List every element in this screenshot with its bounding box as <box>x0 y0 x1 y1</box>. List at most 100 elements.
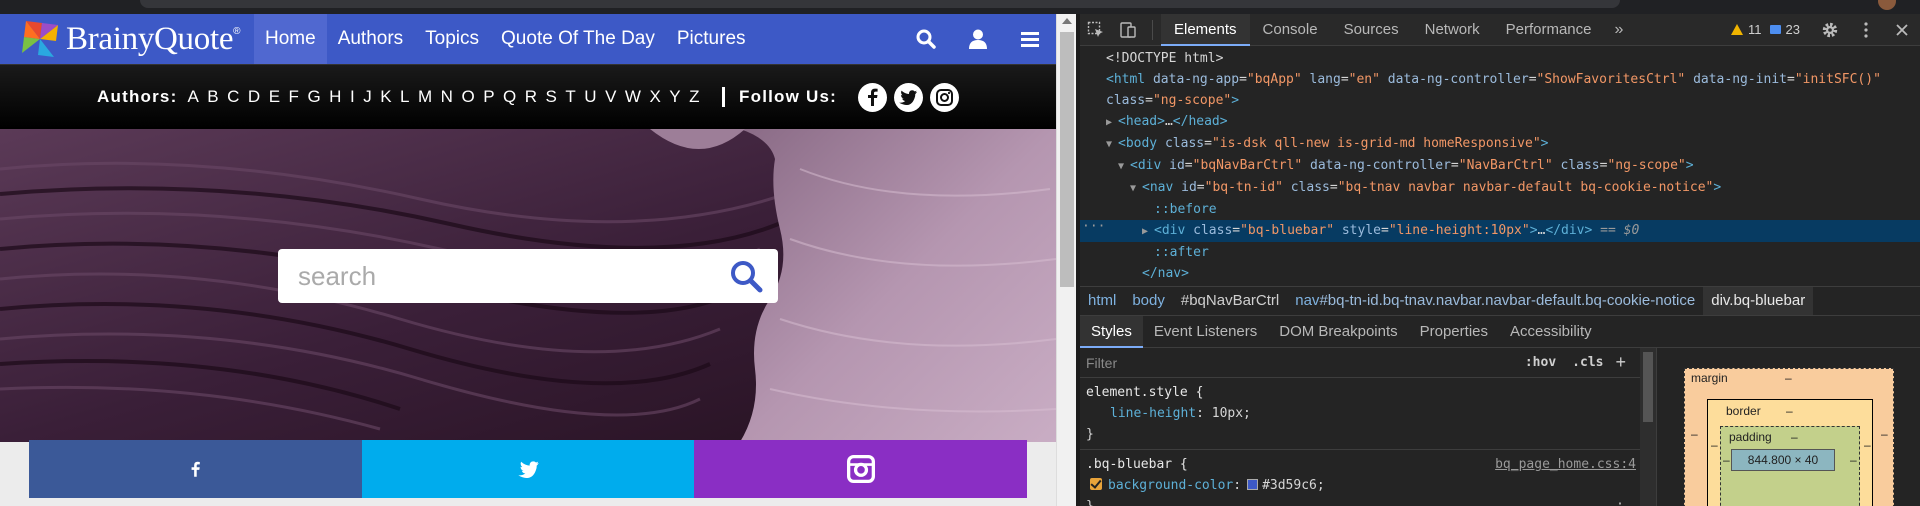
margin-top-value[interactable]: – <box>1785 371 1792 385</box>
box-model-content-size[interactable]: 844.800 × 40 <box>1731 449 1835 471</box>
author-letter-y[interactable]: Y <box>665 87 685 107</box>
facebook-icon[interactable] <box>857 82 887 112</box>
author-letter-n[interactable]: N <box>437 87 458 107</box>
css-value[interactable]: #3d59c6; <box>1262 478 1325 493</box>
author-letter-o[interactable]: O <box>457 87 479 107</box>
padding-right-value[interactable]: – <box>1850 453 1857 467</box>
dom-node[interactable]: class="ng-scope"> <box>1080 90 1920 111</box>
dom-node[interactable]: </nav> <box>1080 263 1920 284</box>
issues-counter[interactable]: 11 23 <box>1731 22 1800 37</box>
tab-dom-breakpoints[interactable]: DOM Breakpoints <box>1268 316 1408 348</box>
tab-sources[interactable]: Sources <box>1331 14 1412 46</box>
author-letter-i[interactable]: I <box>346 87 359 107</box>
tab-styles[interactable]: Styles <box>1080 315 1143 348</box>
search-input[interactable] <box>298 251 718 301</box>
tab-properties[interactable]: Properties <box>1409 316 1499 348</box>
expand-triangle-icon[interactable]: ▶ <box>1106 112 1118 133</box>
author-letter-m[interactable]: M <box>414 87 437 107</box>
author-letter-b[interactable]: B <box>203 87 223 107</box>
author-letter-p[interactable]: P <box>479 87 499 107</box>
collapse-triangle-icon[interactable]: ▼ <box>1118 156 1130 177</box>
site-logo[interactable]: BrainyQuote ® <box>0 14 254 64</box>
collapse-triangle-icon[interactable]: ▼ <box>1106 134 1118 155</box>
author-letter-h[interactable]: H <box>325 87 346 107</box>
dom-node[interactable]: ▼ <div id="bqNavBarCtrl" data-ng-controll… <box>1080 155 1920 177</box>
scrollbar-thumb[interactable] <box>1060 32 1074 287</box>
styles-scroll-thumb[interactable] <box>1643 352 1653 422</box>
scroll-up-arrow-icon[interactable] <box>1062 18 1072 24</box>
nav-topics[interactable]: Topics <box>414 14 490 64</box>
author-letter-x[interactable]: X <box>645 87 665 107</box>
breadcrumb-item[interactable]: nav#bq-tn-id.bq-tnav.navbar.navbar-defau… <box>1287 287 1703 315</box>
tab-accessibility[interactable]: Accessibility <box>1499 316 1603 348</box>
twitter-icon[interactable] <box>893 82 923 112</box>
rule-options-kebab-icon[interactable]: ⋮ <box>1612 498 1628 506</box>
author-letter-j[interactable]: J <box>359 87 376 107</box>
styles-scrollbar[interactable] <box>1640 348 1656 506</box>
css-property[interactable]: line-height <box>1086 406 1196 421</box>
expand-triangle-icon[interactable]: ▶ <box>1142 221 1154 242</box>
tab-console[interactable]: Console <box>1250 14 1331 46</box>
dom-node[interactable]: ::after <box>1080 242 1920 263</box>
margin-right-value[interactable]: – <box>1881 427 1888 441</box>
instagram-icon[interactable] <box>929 82 959 112</box>
close-devtools-icon[interactable] <box>1884 14 1920 46</box>
author-letter-v[interactable]: V <box>601 87 621 107</box>
dom-node[interactable]: ▼ <nav id="bq-tn-id" class="bq-tnav navba… <box>1080 177 1920 199</box>
color-swatch[interactable] <box>1247 479 1259 490</box>
search-button-icon[interactable] <box>728 258 764 294</box>
new-rule-plus-icon[interactable]: + <box>1611 352 1640 373</box>
page-scrollbar[interactable] <box>1056 14 1076 506</box>
dom-node-selected[interactable]: ▶ <div class="bq-bluebar" style="line-hei… <box>1080 220 1920 242</box>
border-right-value[interactable]: – <box>1864 438 1871 452</box>
kebab-menu-icon[interactable] <box>1848 14 1884 46</box>
more-tabs-chevron-icon[interactable]: » <box>1605 21 1634 39</box>
tab-performance[interactable]: Performance <box>1493 14 1605 46</box>
padding-left-value[interactable]: – <box>1723 453 1730 467</box>
author-letter-f[interactable]: F <box>285 87 304 107</box>
profile-avatar[interactable] <box>1878 0 1896 10</box>
breadcrumb-item[interactable]: html <box>1080 287 1124 315</box>
property-checkbox[interactable] <box>1090 478 1102 490</box>
nav-home[interactable]: Home <box>254 14 327 64</box>
author-letter-s[interactable]: S <box>542 87 562 107</box>
dom-node[interactable]: ::before <box>1080 199 1920 220</box>
author-letter-c[interactable]: C <box>223 87 244 107</box>
border-left-value[interactable]: – <box>1711 438 1718 452</box>
margin-left-value[interactable]: – <box>1691 427 1698 441</box>
author-letter-d[interactable]: D <box>244 87 265 107</box>
share-twitter-button[interactable] <box>361 440 695 498</box>
collapse-triangle-icon[interactable]: ▼ <box>1130 178 1142 199</box>
author-letter-a[interactable]: A <box>183 87 203 107</box>
box-model-padding[interactable]: padding – – – 844.800 × 40 <box>1720 426 1860 506</box>
padding-top-value[interactable]: – <box>1791 430 1798 444</box>
share-facebook-button[interactable] <box>29 440 362 498</box>
class-toggle[interactable]: .cls <box>1564 355 1611 370</box>
dom-node[interactable]: ▼ <body class="is-dsk qll-new is-grid-md … <box>1080 133 1920 155</box>
border-top-value[interactable]: – <box>1786 404 1793 418</box>
device-toolbar-icon[interactable] <box>1112 14 1144 46</box>
css-property[interactable]: background-color <box>1106 478 1233 493</box>
author-letter-l[interactable]: L <box>396 87 414 107</box>
breadcrumb-item[interactable]: div.bq-bluebar <box>1703 287 1814 315</box>
author-letter-w[interactable]: W <box>621 87 646 107</box>
author-letter-g[interactable]: G <box>303 87 325 107</box>
dom-node[interactable]: <!DOCTYPE html> <box>1080 48 1920 69</box>
css-value[interactable]: 10px; <box>1212 406 1251 421</box>
author-letter-k[interactable]: K <box>376 87 396 107</box>
nav-quote-of-the-day[interactable]: Quote Of The Day <box>490 14 666 64</box>
styles-filter-input[interactable]: Filter <box>1086 355 1517 371</box>
selected-node-ellipsis-icon[interactable]: ··· <box>1082 216 1105 237</box>
nav-authors[interactable]: Authors <box>327 14 414 64</box>
author-letter-r[interactable]: R <box>521 87 542 107</box>
rule-source-link[interactable]: bq_page_home.css:4 <box>1495 454 1636 475</box>
box-model-border[interactable]: border – – – padding – – – 844.800 × 40 <box>1707 399 1873 506</box>
tab-event-listeners[interactable]: Event Listeners <box>1143 316 1268 348</box>
hover-state-toggle[interactable]: :hov <box>1517 355 1564 370</box>
breadcrumb-item[interactable]: #bqNavBarCtrl <box>1173 287 1287 315</box>
settings-gear-icon[interactable] <box>1812 14 1848 46</box>
nav-pictures[interactable]: Pictures <box>666 14 757 64</box>
tab-network[interactable]: Network <box>1412 14 1493 46</box>
dom-node[interactable]: <html data-ng-app="bqApp" lang="en" data… <box>1080 69 1920 90</box>
inspect-element-icon[interactable] <box>1080 14 1112 46</box>
